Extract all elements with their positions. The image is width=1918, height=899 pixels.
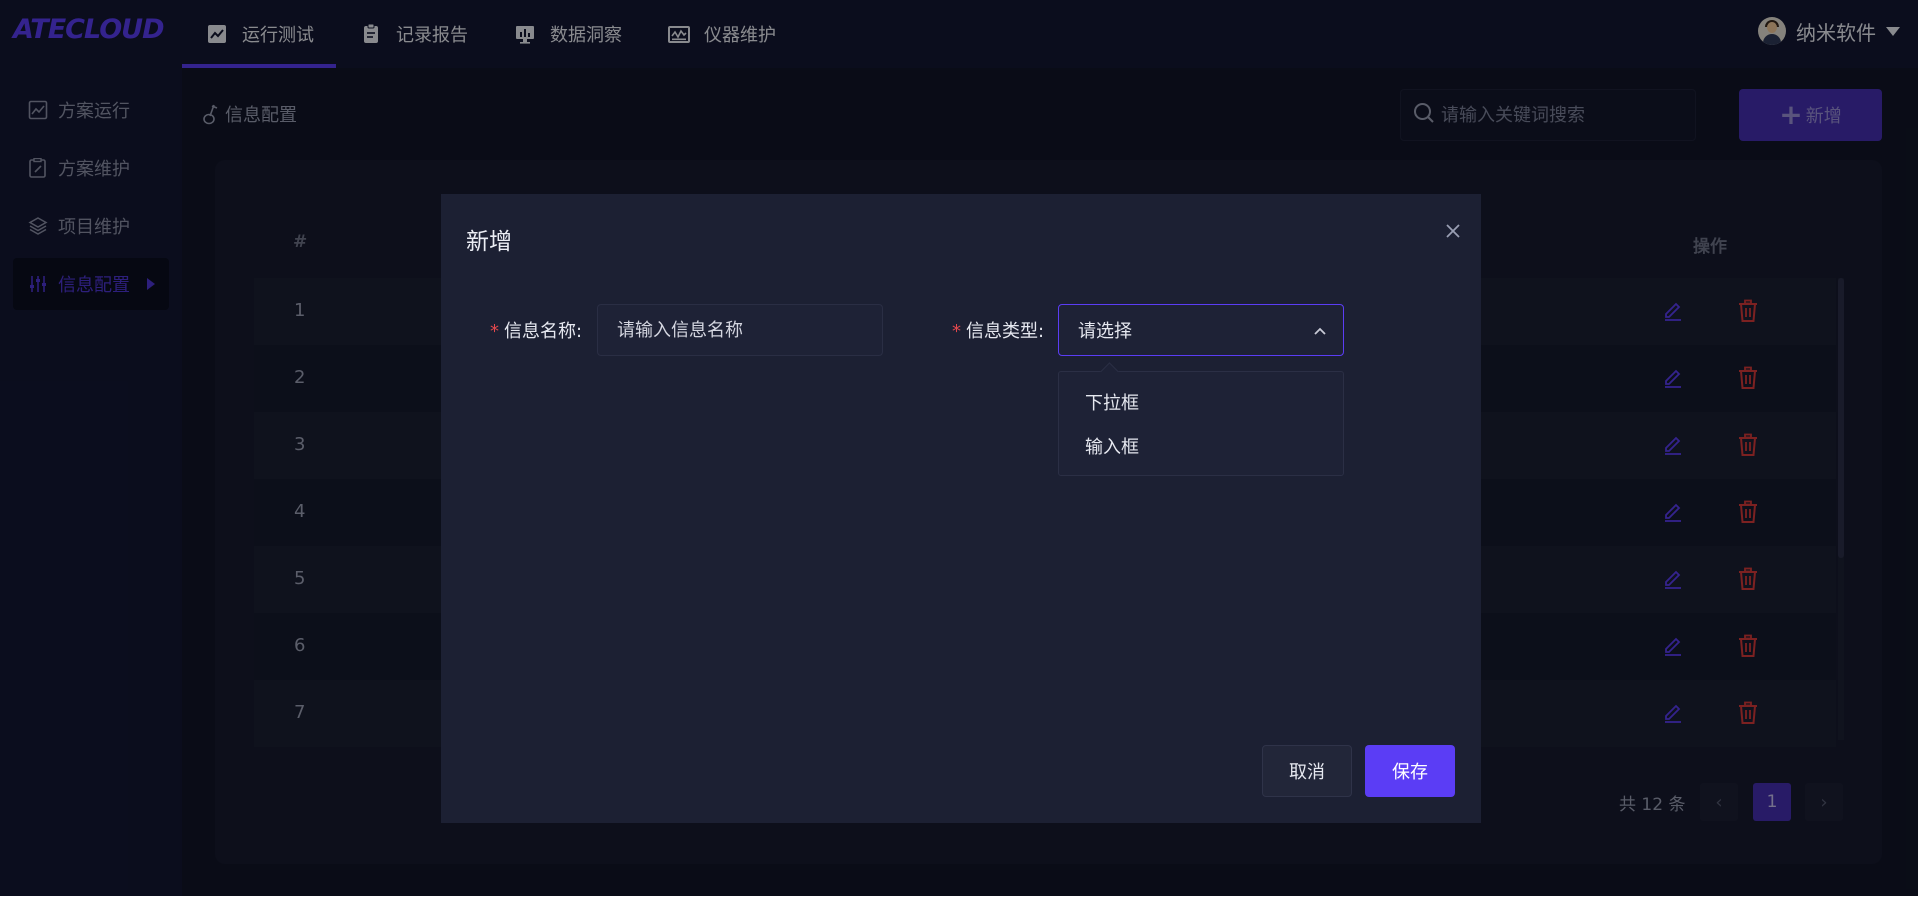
add-dialog: 新增 <box>441 194 1481 823</box>
info-name-input[interactable] <box>617 319 857 341</box>
app-root: ATECLOUD 运行测试 记录报告 数据洞察 仪器维护 纳米软件 方案运行 方… <box>0 0 1918 896</box>
dialog-title: 新增 <box>466 229 512 255</box>
info-type-label: * 信息类型: <box>952 317 1044 343</box>
info-name-field <box>597 304 883 356</box>
cancel-button[interactable]: 取消 <box>1262 745 1352 797</box>
dropdown-option-select[interactable]: 下拉框 <box>1085 389 1139 415</box>
info-type-select[interactable]: 请选择 <box>1058 304 1344 356</box>
save-button[interactable]: 保存 <box>1365 745 1455 797</box>
chevron-up-icon <box>1313 324 1327 338</box>
info-name-label-text: 信息名称: <box>504 321 583 342</box>
close-icon[interactable] <box>1442 220 1464 242</box>
info-type-label-text: 信息类型: <box>966 321 1045 342</box>
required-mark: * <box>490 321 499 342</box>
info-type-dropdown: 下拉框 输入框 <box>1058 371 1344 476</box>
dropdown-option-input[interactable]: 输入框 <box>1085 433 1139 459</box>
info-name-label: * 信息名称: <box>490 317 582 343</box>
required-mark: * <box>952 321 961 342</box>
info-type-select-value: 请选择 <box>1078 321 1132 342</box>
